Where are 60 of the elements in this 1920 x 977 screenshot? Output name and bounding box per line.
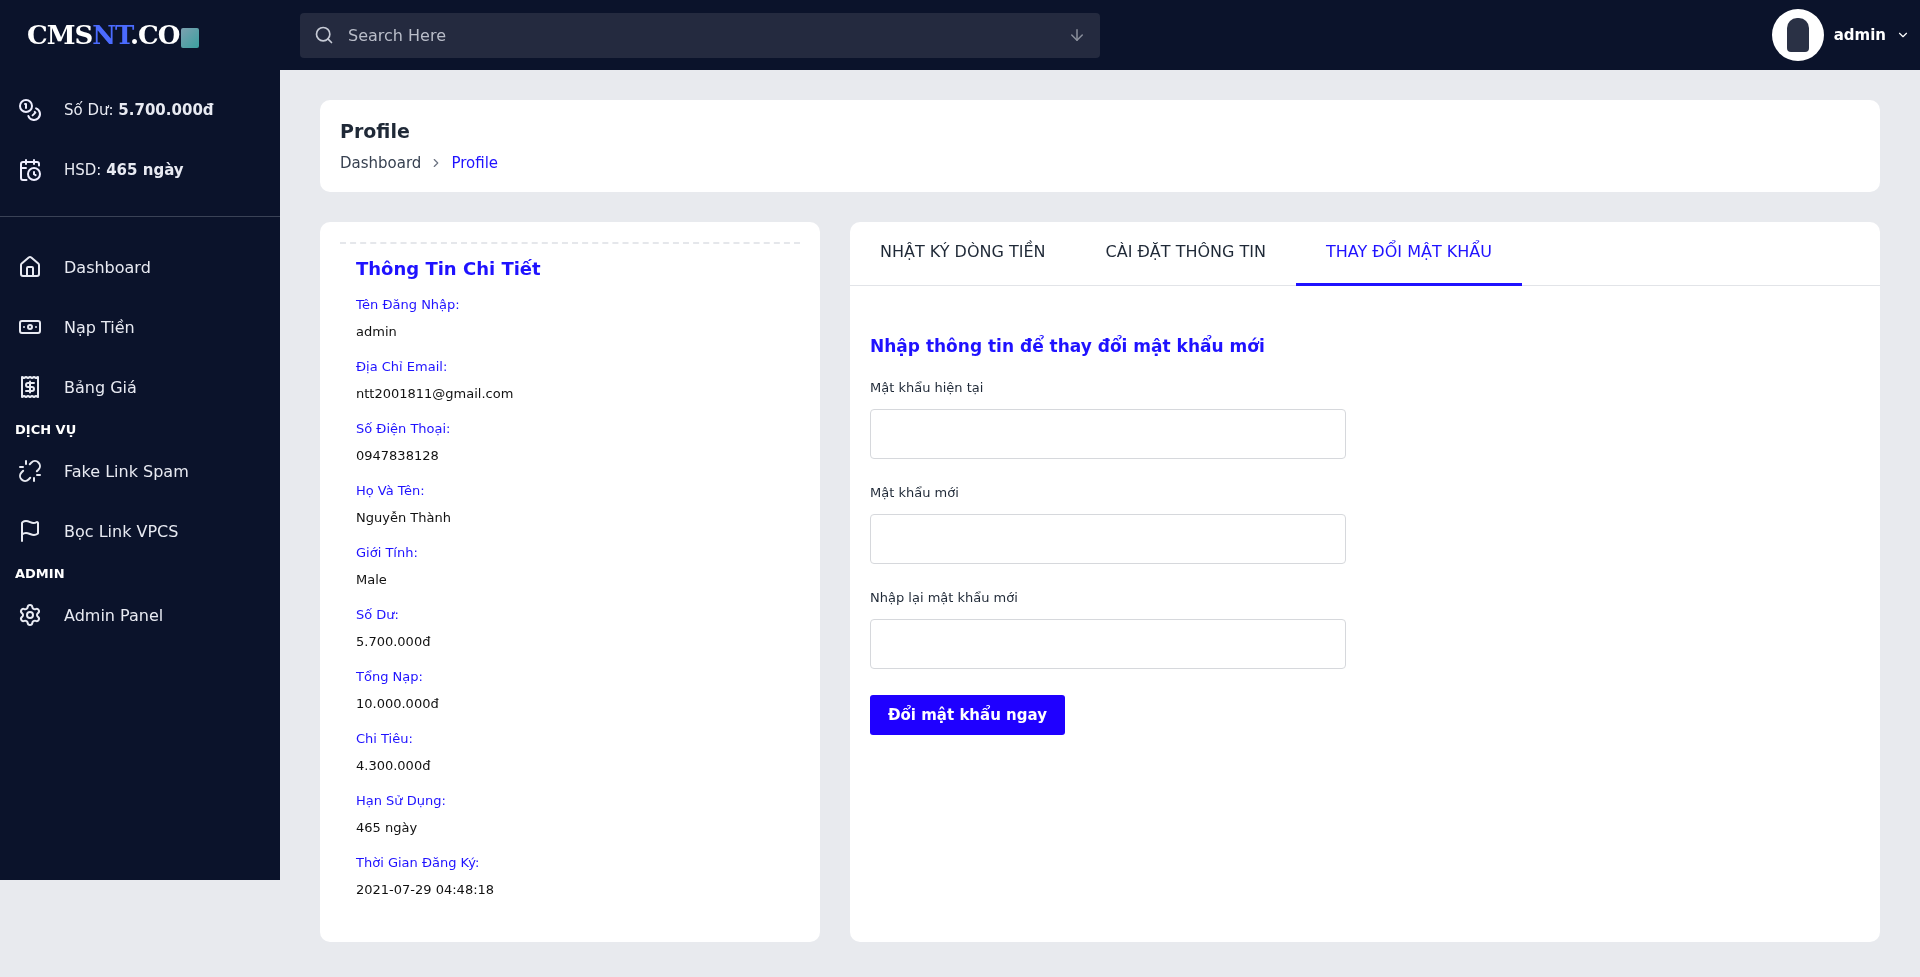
settings-icon	[18, 603, 42, 627]
logo-image-icon	[181, 28, 200, 48]
arrow-down-icon	[1068, 26, 1086, 44]
avatar[interactable]	[1771, 9, 1824, 61]
field-label: Họ Và Tên:	[356, 483, 426, 498]
search-input[interactable]: Search Here	[346, 24, 1056, 46]
field-value: 4.300.000đ	[356, 758, 432, 773]
sidebar-item[interactable]: Fake Link Spam	[0, 441, 280, 501]
field-label: Hạn Sử Dụng:	[356, 793, 447, 808]
field-value: Male	[356, 572, 388, 587]
sidebar-item[interactable]: Nạp Tiền	[0, 297, 280, 357]
input-label: Nhập lại mật khẩu mới	[870, 590, 1019, 605]
sidebar-item[interactable]: Dashboard	[0, 237, 280, 297]
field-label: Tổng Nạp:	[356, 669, 424, 684]
broken-link-icon	[18, 459, 42, 483]
tab[interactable]: THAY ĐỔI MẬT KHẨU	[1295, 222, 1522, 286]
details-title: Thông Tin Chi Tiết	[356, 258, 542, 279]
field-value: 5.700.000đ	[356, 634, 432, 649]
calendar-icon	[18, 158, 42, 182]
search-field[interactable]: Search Here	[300, 12, 1100, 58]
field-label: Giới Tính:	[356, 545, 419, 560]
sidebar-stat: Số Dư: 5.700.000đ	[64, 101, 214, 119]
password-field[interactable]	[870, 514, 1346, 564]
sidebar-section-title: DỊCH VỤ	[14, 420, 78, 439]
breadcrumb-link[interactable]: Dashboard	[340, 154, 422, 172]
password-field[interactable]	[870, 619, 1346, 669]
field-value: 465 ngày	[356, 820, 419, 835]
field-value: 2021-07-29 04:48:18	[356, 882, 496, 897]
sidebar-item[interactable]: Bảng Giá	[0, 357, 280, 417]
sidebar-item[interactable]: Bọc Link VPCS	[0, 501, 280, 561]
sidebar-stat: HSD: 465 ngày	[64, 161, 184, 179]
field-label: Tên Đăng Nhập:	[356, 297, 461, 312]
field-value: ntt2001811@gmail.com	[356, 386, 515, 401]
field-value: Nguyễn Thành	[356, 510, 452, 525]
user-name[interactable]: admin	[1833, 26, 1886, 44]
sidebar-section-title: ADMIN	[14, 564, 66, 583]
tab[interactable]: NHẬT KÝ DÒNG TIỀN	[850, 222, 1076, 286]
sidebar-item[interactable]: Admin Panel	[0, 585, 280, 645]
money-icon	[18, 98, 42, 122]
field-label: Thời Gian Đăng Ký:	[356, 855, 481, 870]
page-title: Profile	[340, 120, 411, 142]
field-label: Số Điện Thoại:	[356, 421, 452, 436]
field-value: 0947838128	[356, 448, 440, 463]
form-title: Nhập thông tin để thay đổi mật khẩu mới	[870, 336, 1266, 356]
logo-text: CMSNT.CO	[27, 20, 180, 50]
field-label: Chi Tiêu:	[356, 731, 414, 746]
flag-icon	[18, 519, 42, 543]
tab[interactable]: CÀI ĐẶT THÔNG TIN	[1075, 222, 1296, 286]
home-icon	[18, 255, 42, 279]
field-value: 10.000.000đ	[356, 696, 440, 711]
input-label: Mật khẩu hiện tại	[870, 380, 985, 395]
field-label: Số Dư:	[356, 607, 400, 622]
field-value: admin	[356, 324, 398, 339]
field-label: Địa Chỉ Email:	[356, 359, 449, 374]
search-icon	[314, 25, 334, 45]
password-field[interactable]	[870, 409, 1346, 459]
submit-button[interactable]: Đổi mật khẩu ngay	[870, 695, 1065, 735]
breadcrumb-link[interactable]: Profile	[451, 154, 499, 172]
input-label: Mật khẩu mới	[870, 485, 960, 500]
receipt-icon	[18, 375, 42, 399]
